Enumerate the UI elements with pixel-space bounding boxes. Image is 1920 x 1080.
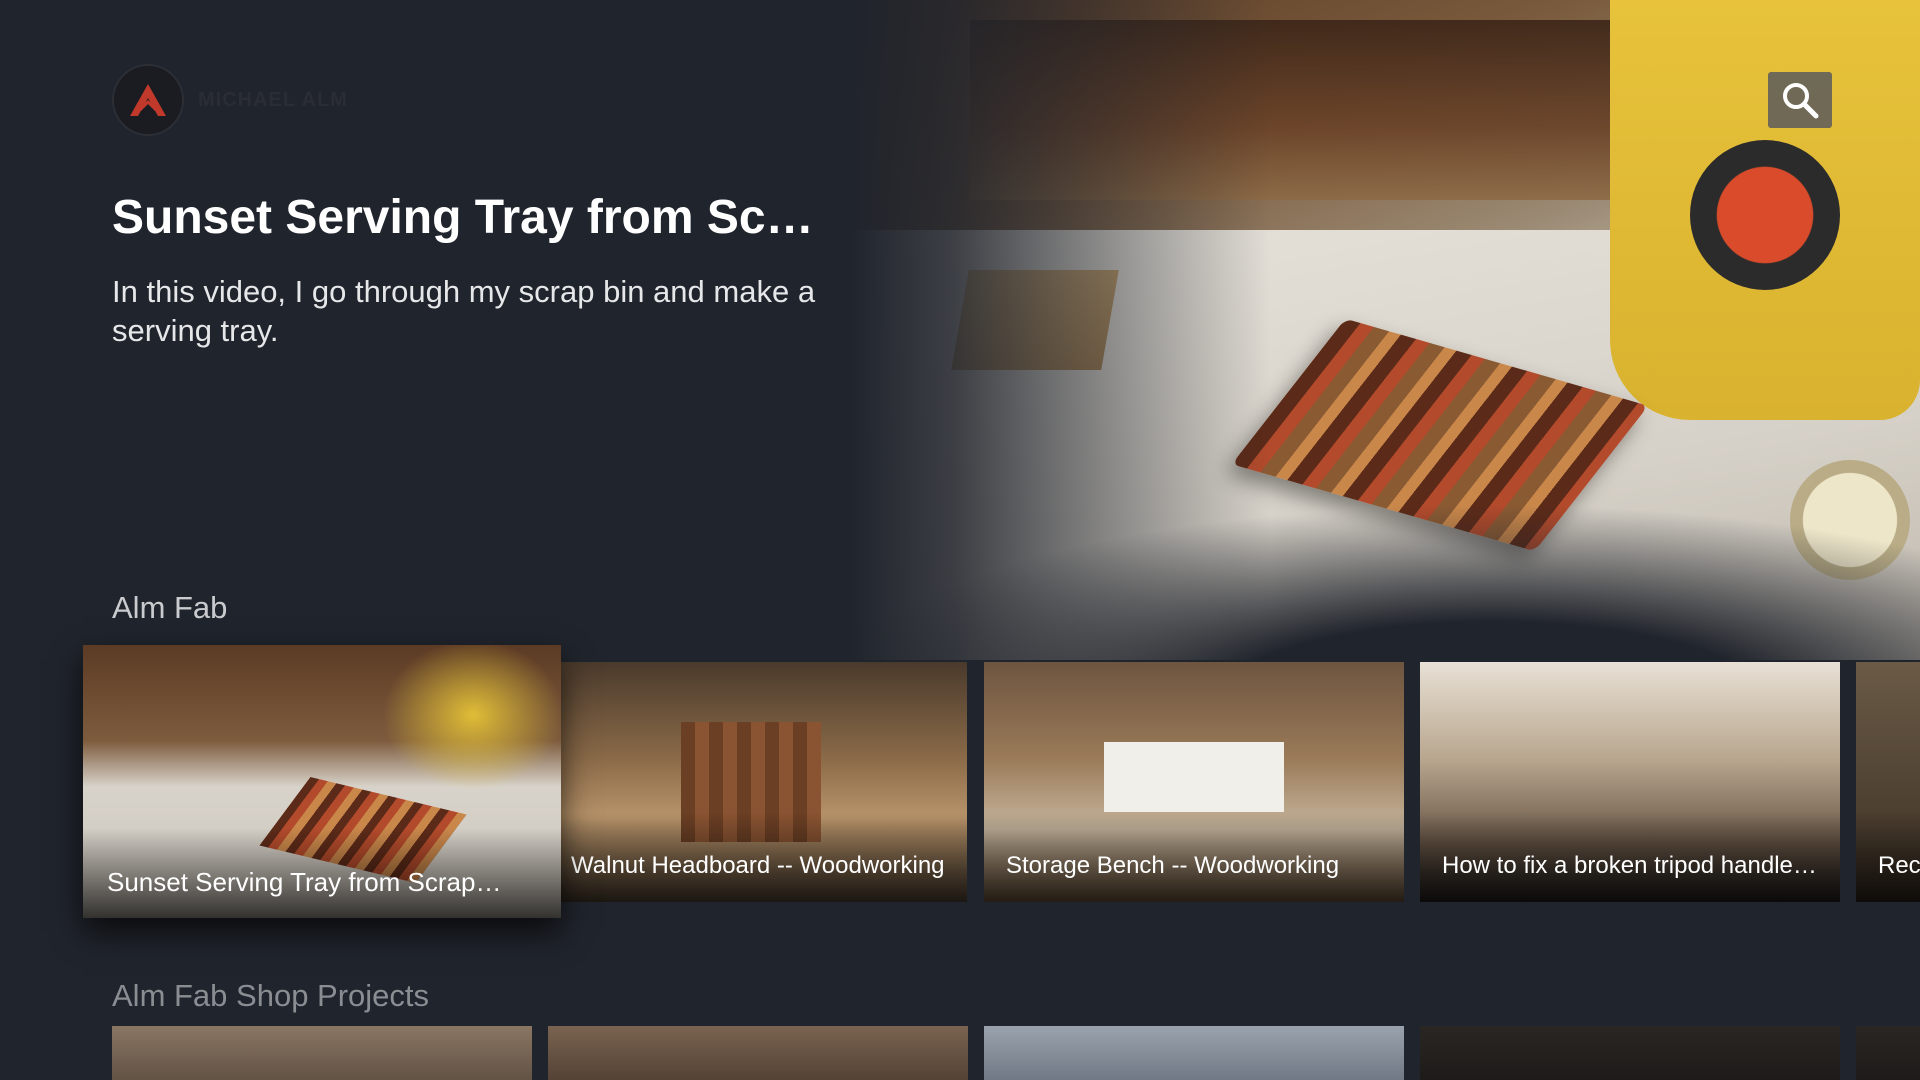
video-card-title: Storage Bench -- Woodworking bbox=[1006, 852, 1340, 879]
channel-brand: MICHAEL ALM bbox=[112, 64, 348, 136]
video-card-title: Sunset Serving Tray from Scrap… bbox=[107, 867, 502, 897]
search-icon bbox=[1783, 83, 1819, 119]
video-card[interactable] bbox=[112, 1026, 532, 1080]
hero-fade-bottom bbox=[850, 360, 1920, 700]
search-button[interactable] bbox=[1768, 72, 1832, 128]
app-screen: MICHAEL ALM Sunset Serving Tray from Scr… bbox=[0, 0, 1920, 1080]
video-card[interactable]: Walnut Headboard -- Woodworking bbox=[561, 662, 967, 902]
row-title-alm-fab: Alm Fab bbox=[112, 590, 228, 625]
channel-name: MICHAEL ALM bbox=[198, 88, 348, 111]
video-card-title: How to fix a broken tripod handle … bbox=[1442, 852, 1820, 879]
video-card[interactable]: Storage Bench -- Woodworking bbox=[984, 662, 1404, 902]
hero-description: In this video, I go through my scrap bin… bbox=[112, 274, 816, 348]
video-card[interactable] bbox=[1856, 1026, 1920, 1080]
michael-alm-logo-icon bbox=[112, 64, 184, 136]
video-card[interactable]: How to fix a broken tripod handle … bbox=[1420, 662, 1840, 902]
video-card-title: Rec bbox=[1878, 852, 1920, 879]
video-card-title: Walnut Headboard -- Woodworking bbox=[571, 852, 945, 879]
video-card[interactable] bbox=[548, 1026, 968, 1080]
video-card-focused[interactable]: Sunset Serving Tray from Scrap… bbox=[83, 645, 561, 918]
video-card[interactable]: Rec bbox=[1856, 662, 1920, 902]
hero-title: Sunset Serving Tray from Scra… bbox=[112, 191, 832, 244]
video-card[interactable] bbox=[1420, 1026, 1840, 1080]
row-title-alm-fab-shop-projects: Alm Fab Shop Projects bbox=[112, 978, 430, 1013]
video-card[interactable] bbox=[984, 1026, 1404, 1080]
